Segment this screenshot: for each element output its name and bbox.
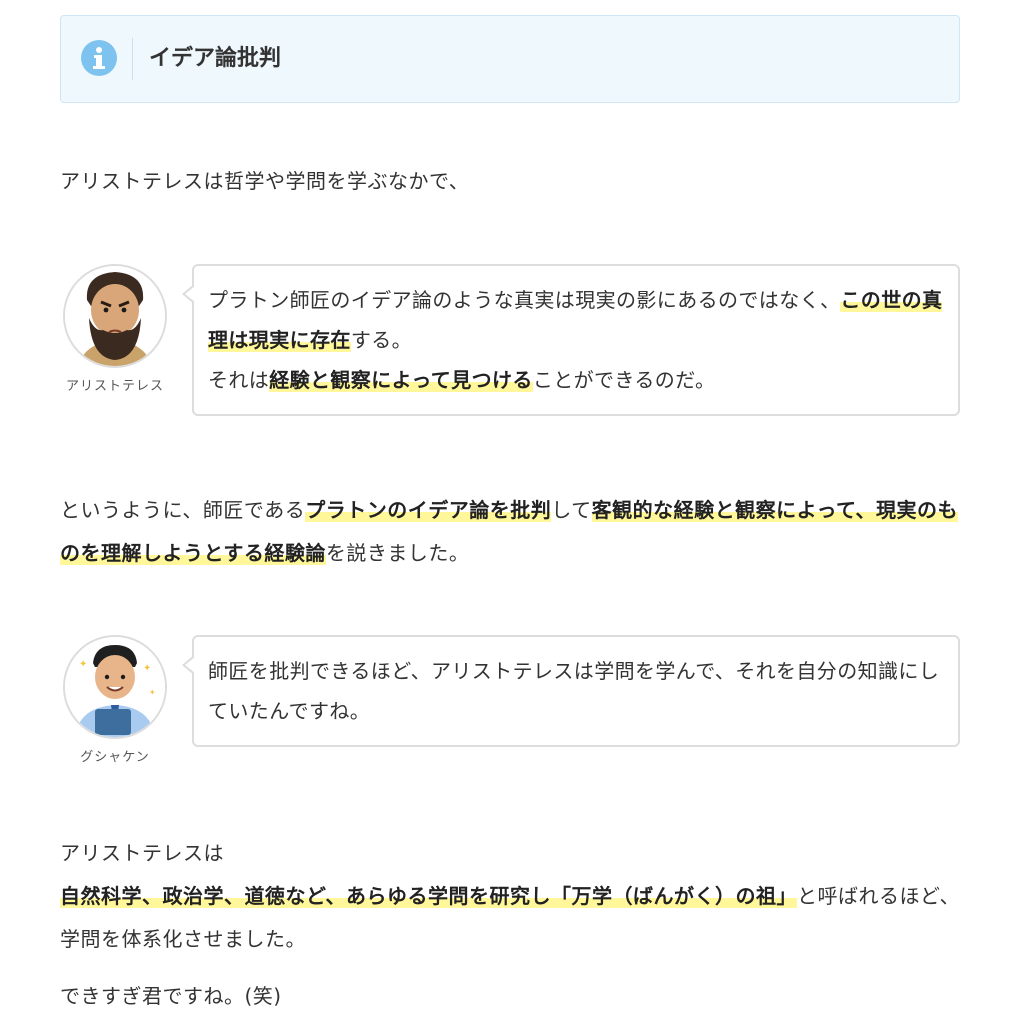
text-span: それは (208, 368, 270, 392)
text-span: する。 (350, 328, 413, 352)
intro-paragraph: アリストテレスは哲学や学問を学ぶなかで、 (60, 169, 470, 193)
text-span: ことができるのだ。 (532, 368, 716, 392)
info-icon (81, 40, 117, 76)
text-span: を説きました。 (325, 541, 470, 565)
info-separator (132, 38, 133, 80)
bubble-text: 師匠を批判できるほど、アリストテレスは学問を学んで、それを自分の知識にしていたん… (208, 659, 940, 723)
text-span: プラトン師匠のイデア論のような真実は現実の影にあるのではなく、 (208, 288, 841, 312)
speech-bubble-gushaken: 師匠を批判できるほど、アリストテレスは学問を学んで、それを自分の知識にしていたん… (182, 635, 960, 747)
svg-text:✦: ✦ (143, 663, 151, 674)
svg-text:✦: ✦ (149, 688, 156, 697)
info-title: イデア論批判 (149, 46, 282, 71)
speaker-name: グシャケン (80, 750, 150, 765)
closing-paragraph: できすぎ君ですね。(笑) (60, 984, 282, 1008)
paragraph-empiricism: というように、師匠であるプラトンのイデア論を批判して客観的な経験と観察によって、… (60, 489, 960, 575)
text-span: して (551, 498, 592, 522)
speech-bubble-aristotle: プラトン師匠のイデア論のような真実は現実の影にあるのではなく、この世の真理は現実… (182, 264, 960, 416)
bubble-line: プラトン師匠のイデア論のような真実は現実の影にあるのではなく、この世の真理は現実… (208, 280, 944, 360)
highlight-text: 経験と観察によって見つける (269, 368, 533, 392)
info-box: イデア論批判 (60, 15, 960, 103)
paragraph-father-of-sciences: アリストテレスは自然科学、政治学、道徳など、あらゆる学問を研究し「万学（ばんがく… (60, 832, 960, 961)
bubble-line: それは経験と観察によって見つけることができるのだ。 (208, 360, 944, 400)
speaker-name: アリストテレス (65, 379, 164, 394)
highlight-text: プラトンのイデア論を批判 (305, 498, 552, 522)
svg-text:✦: ✦ (79, 659, 87, 670)
highlight-text: 自然科学、政治学、道徳など、あらゆる学問を研究し「万学（ばんがく）の祖」 (60, 884, 797, 908)
text-span: アリストテレスは (60, 841, 224, 865)
text-span: というように、師匠である (60, 498, 306, 522)
speaker-aristotle: アリストテレス (60, 264, 170, 400)
gushaken-avatar: ✦ ✦ ✦ (63, 635, 167, 739)
speaker-gushaken: ✦ ✦ ✦ グシャケン (60, 635, 170, 771)
aristotle-avatar (63, 264, 167, 368)
